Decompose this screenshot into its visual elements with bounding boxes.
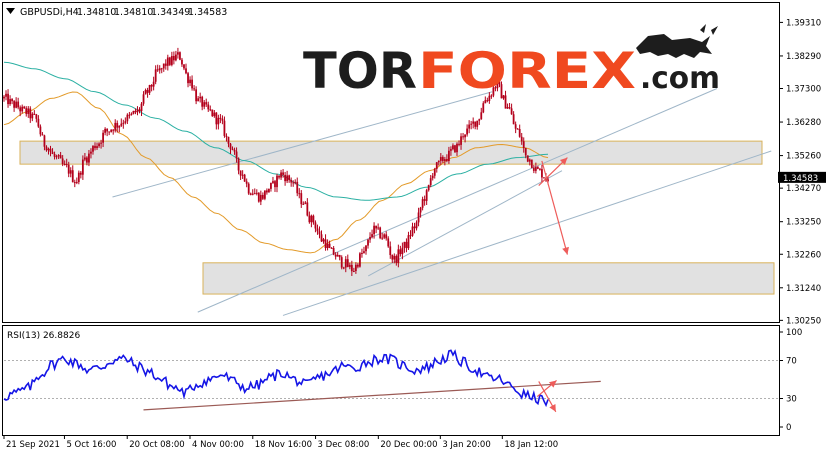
- logo-text-right: FOREX: [418, 42, 636, 100]
- candle: [454, 144, 456, 153]
- candle: [526, 155, 529, 163]
- price-tick-label: 1.31240: [786, 284, 821, 294]
- rsi-tick-label: 0: [786, 423, 791, 433]
- price-tick-label: 1.37300: [786, 85, 821, 95]
- candle: [179, 51, 181, 61]
- candle: [168, 56, 171, 67]
- ohlc-open: 1.34810: [77, 7, 116, 18]
- rsi-tick-label: 100: [786, 328, 802, 338]
- price-tick-label: 1.32260: [786, 250, 821, 260]
- sr-zone-1[interactable]: [202, 262, 775, 295]
- candle: [268, 188, 270, 193]
- time-tick-label: 20 Dec 00:00: [380, 440, 437, 450]
- candle: [247, 182, 250, 195]
- price-tick-label: 1.33250: [786, 218, 821, 228]
- price-tick-label: 1.39310: [786, 18, 821, 28]
- time-tick-label: 18 Nov 16:00: [255, 440, 312, 450]
- current-price-label: 1.34583: [783, 174, 818, 184]
- chart-canvas[interactable]: 1.39310 1.38290 1.37300 1.36280 1.35260 1.342…: [0, 0, 827, 455]
- candle: [359, 252, 361, 268]
- rsi-tick-label: 30: [786, 395, 797, 405]
- time-tick-label: 5 Oct 16:00: [66, 440, 116, 450]
- ohlc-low: 1.34349: [151, 7, 190, 18]
- time-tick-label: 4 Nov 00:00: [192, 440, 244, 450]
- candle: [243, 173, 246, 182]
- price-tick-label: 1.36280: [786, 118, 821, 128]
- candle: [379, 226, 382, 240]
- candle: [211, 109, 214, 117]
- time-tick-label: 21 Sep 2021: [6, 440, 60, 450]
- candle: [257, 192, 260, 203]
- candle: [530, 159, 533, 169]
- price-tick-label: 1.38290: [786, 52, 821, 62]
- time-tick-label: 20 Oct 08:00: [129, 440, 184, 450]
- time-tick-label: 18 Jan 12:00: [504, 440, 558, 450]
- candle: [263, 190, 266, 201]
- rsi-tick-label: 70: [786, 357, 797, 367]
- ohlc-close: 1.34583: [188, 7, 227, 18]
- price-tick-label: 1.30250: [786, 316, 821, 326]
- sr-zone-0[interactable]: [19, 140, 763, 165]
- time-tick-label: 3 Dec 08:00: [318, 440, 370, 450]
- forex-chart-window: 1.39310 1.38290 1.37300 1.36280 1.35260 1.342…: [0, 0, 827, 455]
- price-tick-label: 1.34270: [786, 184, 821, 194]
- price-tick-label: 1.35260: [786, 152, 821, 162]
- ohlc-high: 1.34810: [114, 7, 153, 18]
- candle: [340, 255, 343, 270]
- logo-text-suffix: .com: [640, 61, 720, 96]
- rsi-title: RSI(13) 26.8826: [7, 331, 80, 341]
- symbol-label: GBPUSDi,H4: [20, 7, 79, 18]
- time-tick-label: 3 Jan 20:00: [442, 440, 490, 450]
- logo-text-left: TOR: [303, 42, 417, 100]
